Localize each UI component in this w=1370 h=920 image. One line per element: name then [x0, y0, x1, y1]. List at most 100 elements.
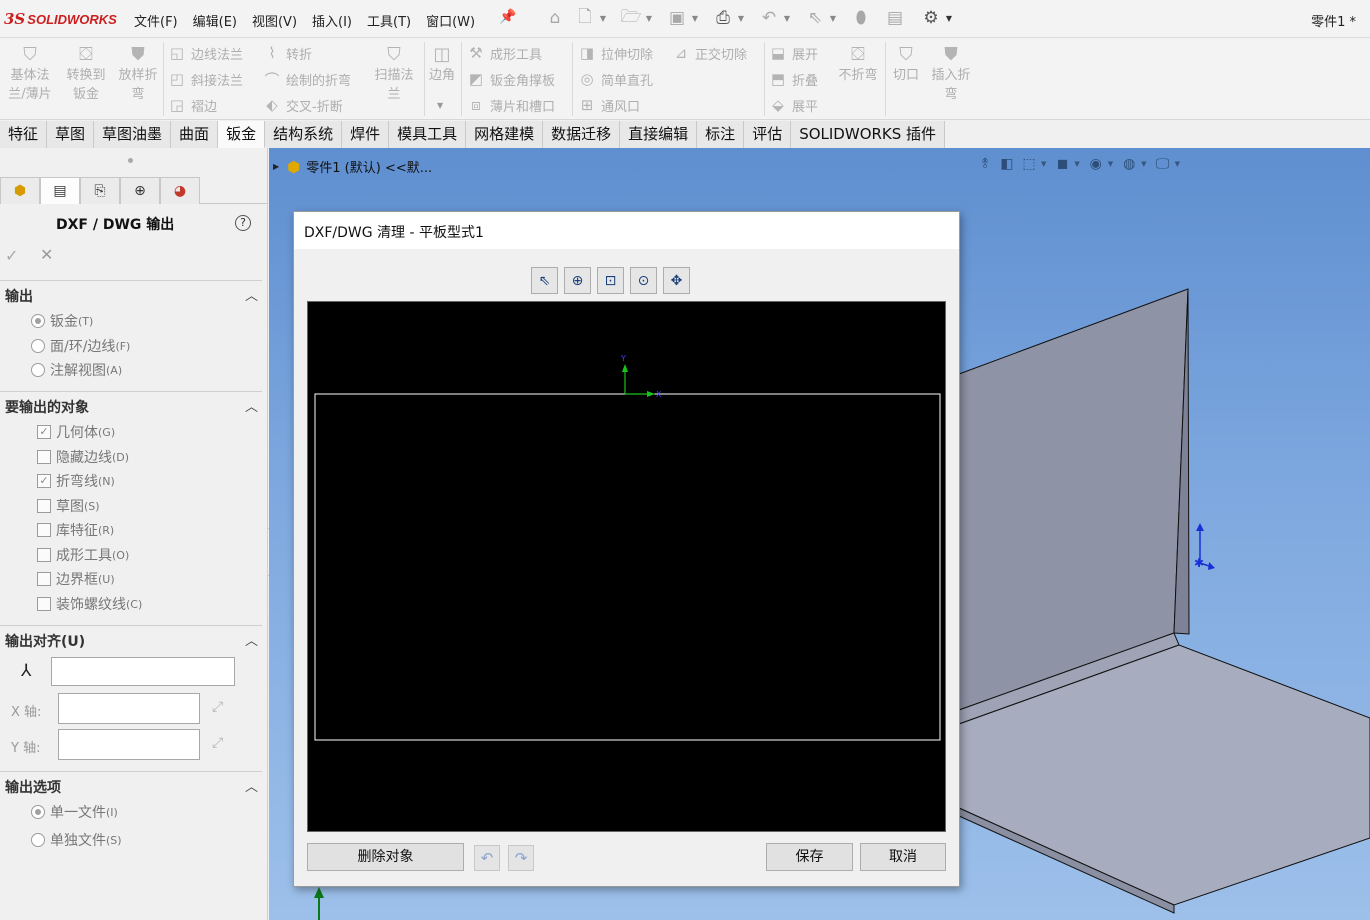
cancel-x-button[interactable]: ✕ — [40, 245, 53, 264]
home-icon[interactable]: ⌂ — [544, 7, 566, 29]
appearance-dropdown-icon[interactable]: ▼ — [1141, 160, 1146, 168]
reverse-y-direction-icon[interactable]: ⤢ — [212, 735, 223, 751]
corners-dropdown-icon[interactable]: ▼ — [437, 101, 443, 110]
checkbox-indicator[interactable] — [37, 597, 51, 611]
radio-sheet-metal[interactable]: 钣金 (T) — [31, 311, 93, 331]
view-orientation-icon[interactable]: ⬚ — [1019, 154, 1039, 174]
menu-view[interactable]: 视图(V) — [252, 11, 297, 30]
menu-file[interactable]: 文件(F) — [134, 11, 178, 30]
dialog-titlebar[interactable]: DXF/DWG 清理 - 平板型式1 — [294, 212, 959, 249]
jog-button[interactable]: ⌇ 转折 — [261, 41, 312, 65]
checkbox-hidden-edges[interactable]: 隐藏边线 (D) — [31, 447, 129, 467]
swept-flange-button[interactable]: ⛉ 扫描法兰 — [366, 42, 422, 116]
radio-indicator[interactable] — [31, 339, 45, 353]
tab-surfaces[interactable]: 曲面 — [171, 121, 219, 148]
zoom-to-fit-icon[interactable]: ⊕ — [564, 267, 591, 294]
new-document-icon[interactable]: 🗋 — [574, 7, 596, 29]
section-export-alignment[interactable]: 输出对齐(U) ︿ — [0, 625, 262, 650]
edit-appearance-icon[interactable]: ◍ — [1119, 154, 1139, 174]
open-dropdown-icon[interactable]: ▼ — [644, 7, 654, 29]
select-dropdown-icon[interactable]: ▼ — [828, 7, 838, 29]
checkbox-bend-lines[interactable]: ✓ 折弯线 (N) — [31, 471, 115, 491]
x-axis-selection-field[interactable] — [58, 693, 200, 724]
redo-icon[interactable]: ↷ — [508, 845, 534, 871]
forming-tool-button[interactable]: ⚒ 成形工具 — [465, 41, 542, 65]
radio-annotation-views[interactable]: 注解视图 (A) — [31, 360, 122, 380]
options-dropdown-icon[interactable]: ▼ — [944, 7, 954, 29]
unfold-button[interactable]: ⬓ 展开 — [767, 41, 818, 65]
view-settings-icon[interactable]: 🖵 — [1153, 154, 1173, 174]
tab-structure-system[interactable]: 结构系统 — [265, 121, 343, 148]
hide-show-dropdown-icon[interactable]: ▼ — [1108, 160, 1113, 168]
radio-faces-loops-edges[interactable]: 面/环/边线 (F) — [31, 336, 130, 356]
no-bends-button[interactable]: ⛋ 不折弯 — [832, 42, 884, 116]
save-icon[interactable]: ▣ — [666, 7, 688, 29]
checkbox-cosmetic-threads[interactable]: 装饰螺纹线 (C) — [31, 594, 142, 614]
sheet-metal-gusset-button[interactable]: ◩ 钣金角撑板 — [465, 67, 555, 91]
extruded-cut-button[interactable]: ◨ 拉伸切除 — [576, 41, 653, 65]
normal-cut-button[interactable]: ⊿ 正交切除 — [670, 41, 747, 65]
pan-icon[interactable]: ✥ — [663, 267, 690, 294]
expand-arrow-icon[interactable]: ▶ — [273, 162, 279, 171]
base-flange-button[interactable]: ⛉ 基体法兰/薄片 — [2, 42, 58, 116]
display-style-dropdown-icon[interactable]: ▼ — [1074, 160, 1079, 168]
save-button[interactable]: 保存 — [766, 843, 853, 871]
tab-direct-editing[interactable]: 直接编辑 — [620, 121, 698, 148]
section-export-options[interactable]: 输出选项 ︿ — [0, 771, 262, 796]
print-dropdown-icon[interactable]: ▼ — [736, 7, 746, 29]
checkbox-indicator[interactable] — [37, 499, 51, 513]
tab-sheet-metal[interactable]: 钣金 — [218, 121, 266, 148]
property-manager-tab-icon[interactable]: ▤ — [40, 177, 80, 204]
checkbox-indicator[interactable]: ✓ — [37, 425, 51, 439]
pin-menu-icon[interactable]: 📌 — [499, 9, 516, 25]
checkbox-indicator[interactable]: ✓ — [37, 474, 51, 488]
tab-sketch-ink[interactable]: 草图油墨 — [94, 121, 172, 148]
save-dropdown-icon[interactable]: ▼ — [690, 7, 700, 29]
undo-icon[interactable]: ↶ — [474, 845, 500, 871]
simple-hole-button[interactable]: ◎ 简单直孔 — [576, 67, 653, 91]
checkbox-geometry[interactable]: ✓ 几何体 (G) — [31, 422, 115, 442]
dimxpert-manager-tab-icon[interactable]: ⊕ — [120, 177, 160, 204]
tab-mesh-modeling[interactable]: 网格建模 — [466, 121, 544, 148]
select-cursor-icon[interactable]: ⇖ — [804, 7, 826, 29]
select-entity-icon[interactable]: ⇖ — [531, 267, 558, 294]
checkbox-indicator[interactable] — [37, 523, 51, 537]
view-settings-dropdown-icon[interactable]: ▼ — [1175, 160, 1180, 168]
y-axis-selection-field[interactable] — [58, 729, 200, 760]
feature-tree-flyout[interactable]: ▶ ⬢ 零件1 (默认) <<默... — [273, 157, 432, 177]
menu-edit[interactable]: 编辑(E) — [193, 11, 237, 30]
checkbox-bounding-box[interactable]: 边界框 (U) — [31, 569, 115, 589]
radio-separate-files[interactable]: 单独文件 (S) — [31, 830, 122, 850]
panel-splitter-handle[interactable] — [128, 158, 133, 163]
tab-sketch[interactable]: 草图 — [47, 121, 95, 148]
checkbox-indicator[interactable] — [37, 548, 51, 562]
hem-button[interactable]: ◲ 褶边 — [166, 93, 217, 117]
convert-to-sheet-metal-button[interactable]: ⛋ 转换到钣金 — [58, 42, 114, 116]
origin-selection-field[interactable] — [51, 657, 235, 686]
miter-flange-button[interactable]: ◰ 斜接法兰 — [166, 67, 243, 91]
collapse-chevron-icon[interactable]: ︿ — [245, 396, 258, 415]
tab-mold-tools[interactable]: 模具工具 — [389, 121, 467, 148]
menu-window[interactable]: 窗口(W) — [426, 11, 475, 30]
open-folder-icon[interactable]: 🗁 — [620, 7, 642, 29]
undo-dropdown-icon[interactable]: ▼ — [782, 7, 792, 29]
file-properties-icon[interactable]: ▤ — [884, 7, 906, 29]
radio-indicator[interactable] — [31, 833, 45, 847]
delete-entities-button[interactable]: 删除对象 — [307, 843, 464, 871]
fold-button[interactable]: ⬒ 折叠 — [767, 67, 818, 91]
configuration-manager-tab-icon[interactable]: ⎘ — [80, 177, 120, 204]
section-entities-to-export[interactable]: 要输出的对象 ︿ — [0, 391, 262, 416]
cross-break-button[interactable]: ⬖ 交叉-折断 — [261, 93, 342, 117]
tab-evaluate[interactable]: 评估 — [744, 121, 792, 148]
tab-weldments[interactable]: 焊件 — [342, 121, 390, 148]
print-icon[interactable]: ⎙ — [712, 7, 734, 29]
radio-indicator[interactable] — [31, 314, 45, 328]
tab-markup[interactable]: 标注 — [697, 121, 745, 148]
new-dropdown-icon[interactable]: ▼ — [598, 7, 608, 29]
options-gear-icon[interactable]: ⚙ — [920, 7, 942, 29]
radio-single-file[interactable]: 单一文件 (I) — [31, 802, 118, 822]
section-view-icon[interactable]: ◧ — [997, 154, 1017, 174]
help-icon[interactable]: ? — [235, 215, 251, 231]
radio-indicator[interactable] — [31, 363, 45, 377]
insert-bends-button[interactable]: ⛊ 插入折弯 — [924, 42, 978, 116]
